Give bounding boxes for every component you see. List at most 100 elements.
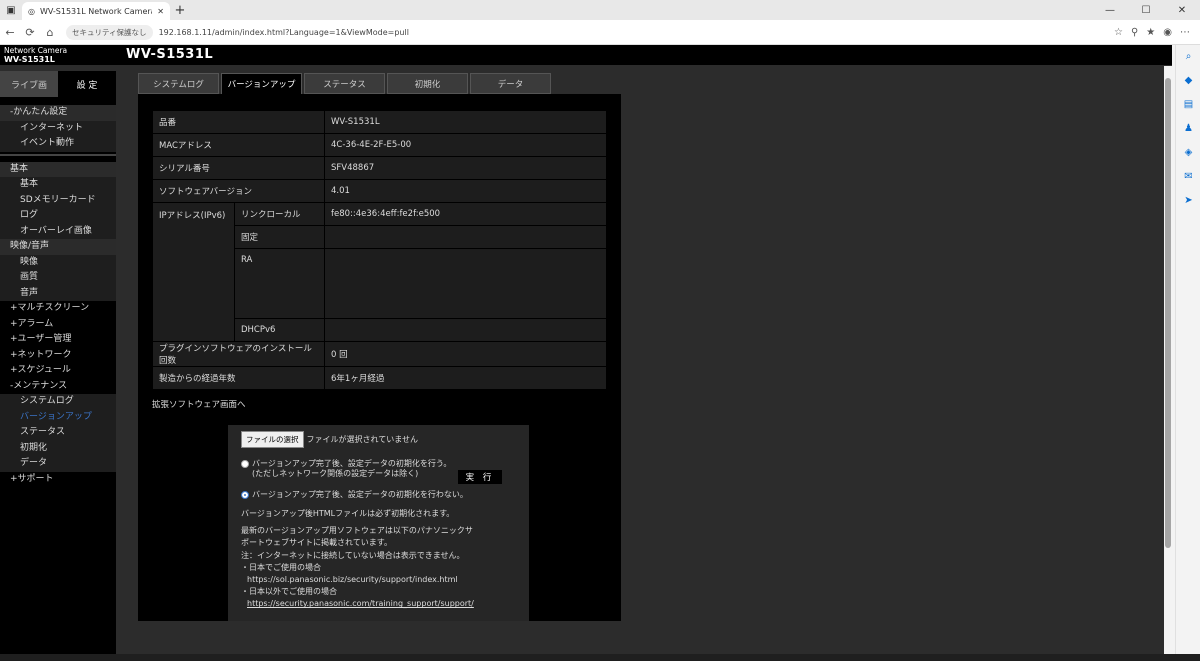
setup-button[interactable]: 設 定 bbox=[58, 71, 116, 97]
sidebar-item-data[interactable]: データ bbox=[0, 456, 116, 472]
favorite-star-icon[interactable]: ☆ bbox=[1114, 27, 1123, 38]
brand-line1: Network Camera bbox=[4, 46, 68, 55]
sidebar-item-alarm[interactable]: +アラーム bbox=[0, 317, 116, 333]
mac-label: MACアドレス bbox=[152, 133, 325, 157]
profile-icon[interactable]: ◉ bbox=[1163, 27, 1172, 38]
radio-no-reset[interactable] bbox=[241, 491, 249, 499]
scrollbar-thumb[interactable] bbox=[1165, 78, 1171, 548]
sidebar-item-internet[interactable]: インターネット bbox=[0, 120, 116, 136]
sidebar-item-version-up[interactable]: バージョンアップ bbox=[0, 409, 116, 425]
globe-icon: ◎ bbox=[28, 6, 35, 16]
sidebar-item-audio[interactable]: 音声 bbox=[0, 285, 116, 301]
option-reset-line1: バージョンアップ完了後、設定データの初期化を行う。 bbox=[252, 459, 452, 468]
ra-label: RA bbox=[234, 248, 325, 319]
sidebar-item-image[interactable]: 映像 bbox=[0, 254, 116, 270]
plugin-value: 0 回 bbox=[324, 341, 607, 367]
page-title: WV-S1531L bbox=[126, 47, 214, 62]
option-no-reset[interactable]: バージョンアップ完了後、設定データの初期化を行わない。 bbox=[241, 490, 516, 500]
file-status: ファイルが選択されていません bbox=[306, 435, 419, 444]
url-field[interactable]: 192.168.1.11/admin/index.html?Language=1… bbox=[159, 28, 1114, 37]
maintenance-tabs: システムログ バージョンアップ ステータス 初期化 データ bbox=[138, 73, 551, 94]
software-version-label: ソフトウェアバージョン bbox=[152, 179, 325, 203]
manual-label: 固定 bbox=[234, 225, 325, 249]
games-icon[interactable]: ♟ bbox=[1176, 117, 1200, 141]
support-link-jp[interactable]: https://sol.panasonic.biz/security/suppo… bbox=[241, 574, 516, 586]
sidebar-item-sd-card[interactable]: SDメモリーカード bbox=[0, 192, 116, 208]
option-reset-line2: (ただしネットワーク関係の設定データは除く) bbox=[252, 469, 419, 478]
tab-system-log[interactable]: システムログ bbox=[138, 73, 219, 94]
execute-button[interactable]: 実 行 bbox=[458, 470, 502, 484]
sidebar-item-maintenance[interactable]: -メンテナンス bbox=[0, 379, 116, 395]
software-version-value: 4.01 bbox=[324, 179, 607, 203]
tab-status[interactable]: ステータス bbox=[304, 73, 385, 94]
tag-icon[interactable]: ◆ bbox=[1176, 69, 1200, 93]
sidebar-item-status[interactable]: ステータス bbox=[0, 425, 116, 441]
model-value: WV-S1531L bbox=[324, 110, 607, 134]
browser-tab[interactable]: ◎ WV-S1531L Network Camera ✕ bbox=[22, 2, 170, 20]
sidebar-item-event-action[interactable]: イベント動作 bbox=[0, 136, 116, 152]
sidebar-item-multiscreen[interactable]: +マルチスクリーン bbox=[0, 301, 116, 317]
sidebar-item-system-log[interactable]: システムログ bbox=[0, 394, 116, 410]
sidebar-item-network[interactable]: +ネットワーク bbox=[0, 348, 116, 364]
table-row: プラグインソフトウェアのインストール回数 0 回 bbox=[152, 341, 607, 367]
minimize-icon[interactable]: — bbox=[1092, 0, 1128, 20]
radio-reset[interactable] bbox=[241, 460, 249, 468]
search-icon[interactable]: ⌕ bbox=[1176, 45, 1200, 69]
sidebar-item-init[interactable]: 初期化 bbox=[0, 440, 116, 456]
maximize-icon[interactable]: ☐ bbox=[1128, 0, 1164, 20]
tab-version-up[interactable]: バージョンアップ bbox=[221, 73, 302, 94]
outlook-icon[interactable]: ✉ bbox=[1176, 165, 1200, 189]
close-window-icon[interactable]: ✕ bbox=[1164, 0, 1200, 20]
sidebar-item-support[interactable]: +サポート bbox=[0, 472, 116, 488]
office-icon[interactable]: ◈ bbox=[1176, 141, 1200, 165]
page-scrollbar[interactable] bbox=[1164, 66, 1172, 656]
note-line: ポートウェブサイトに掲載されています。 bbox=[241, 538, 392, 548]
sidebar-item-quality[interactable]: 画質 bbox=[0, 270, 116, 286]
sidebar-item-schedule[interactable]: +スケジュール bbox=[0, 363, 116, 379]
note-line: ・日本以外でご使用の場合 bbox=[241, 587, 337, 597]
plugin-label: プラグインソフトウェアのインストール回数 bbox=[152, 341, 325, 367]
table-row: 製造からの経過年数 6年1ヶ月経過 bbox=[152, 366, 607, 390]
support-link-global[interactable]: https://security.panasonic.com/training_… bbox=[241, 598, 516, 610]
sidebar-item-log[interactable]: ログ bbox=[0, 208, 116, 224]
refresh-icon[interactable]: ⟳ bbox=[20, 20, 40, 45]
sidebar-item-easy-setup[interactable]: -かんたん設定 bbox=[0, 105, 116, 121]
choose-file-button[interactable]: ファイルの選択 bbox=[241, 431, 304, 448]
security-badge[interactable]: セキュリティ保護なし bbox=[66, 24, 153, 40]
ipv6-label: IPアドレス(IPv6) bbox=[152, 202, 235, 342]
sidebar-item-overlay[interactable]: オーバーレイ画像 bbox=[0, 223, 116, 239]
tab-actions-icon[interactable]: ▣ bbox=[0, 0, 22, 20]
option-reset-text: バージョンアップ完了後、設定データの初期化を行う。 (ただしネットワーク関係の設… bbox=[252, 459, 451, 479]
sidebar-item-image-audio[interactable]: 映像/音声 bbox=[0, 239, 116, 255]
table-row: 品番 WV-S1531L bbox=[152, 110, 607, 134]
note-line: 最新のバージョンアップ用ソフトウェアは以下のパナソニックサ bbox=[241, 526, 473, 536]
more-icon[interactable]: ⋯ bbox=[1180, 27, 1190, 38]
model-label: 品番 bbox=[152, 110, 325, 134]
sidebar: -かんたん設定 インターネット イベント動作 基本 基本 SDメモリーカード ロ… bbox=[0, 97, 116, 654]
send-icon[interactable]: ➤ bbox=[1176, 189, 1200, 213]
close-tab-icon[interactable]: ✕ bbox=[157, 7, 164, 16]
tab-init[interactable]: 初期化 bbox=[387, 73, 468, 94]
live-button[interactable]: ライブ画 bbox=[0, 71, 58, 97]
extension-software-link[interactable]: 拡張ソフトウェア画面へ bbox=[152, 398, 246, 410]
elapsed-label: 製造からの経過年数 bbox=[152, 366, 325, 390]
brand: Network Camera WV-S1531L bbox=[4, 46, 67, 64]
sidebar-item-user[interactable]: +ユーザー管理 bbox=[0, 332, 116, 348]
note-line: バージョンアップ後HTMLファイルは必ず初期化されます。 bbox=[241, 509, 455, 518]
update-note: バージョンアップ後HTMLファイルは必ず初期化されます。 最新のバージョンアップ… bbox=[241, 508, 516, 611]
toolbox-icon[interactable]: ▤ bbox=[1176, 93, 1200, 117]
dhcpv6-value bbox=[324, 318, 607, 342]
favorites-icon[interactable]: ★ bbox=[1146, 27, 1155, 38]
new-tab-button[interactable]: + bbox=[170, 3, 190, 18]
page-header: Network Camera WV-S1531L WV-S1531L bbox=[0, 45, 1172, 65]
link-local-value: fe80::4e36:4eff:fe2f:e500 bbox=[324, 202, 607, 226]
brand-line2: WV-S1531L bbox=[4, 55, 55, 64]
sidebar-item-basic-group[interactable]: 基本 bbox=[0, 161, 116, 177]
extensions-icon[interactable]: ⚲ bbox=[1131, 27, 1138, 38]
back-icon[interactable]: ← bbox=[0, 20, 20, 45]
file-row: ファイルの選択 ファイルが選択されていません bbox=[241, 431, 516, 448]
home-icon[interactable]: ⌂ bbox=[40, 20, 60, 45]
sidebar-item-basic[interactable]: 基本 bbox=[0, 177, 116, 193]
taskbar bbox=[0, 654, 1200, 661]
tab-data[interactable]: データ bbox=[470, 73, 551, 94]
